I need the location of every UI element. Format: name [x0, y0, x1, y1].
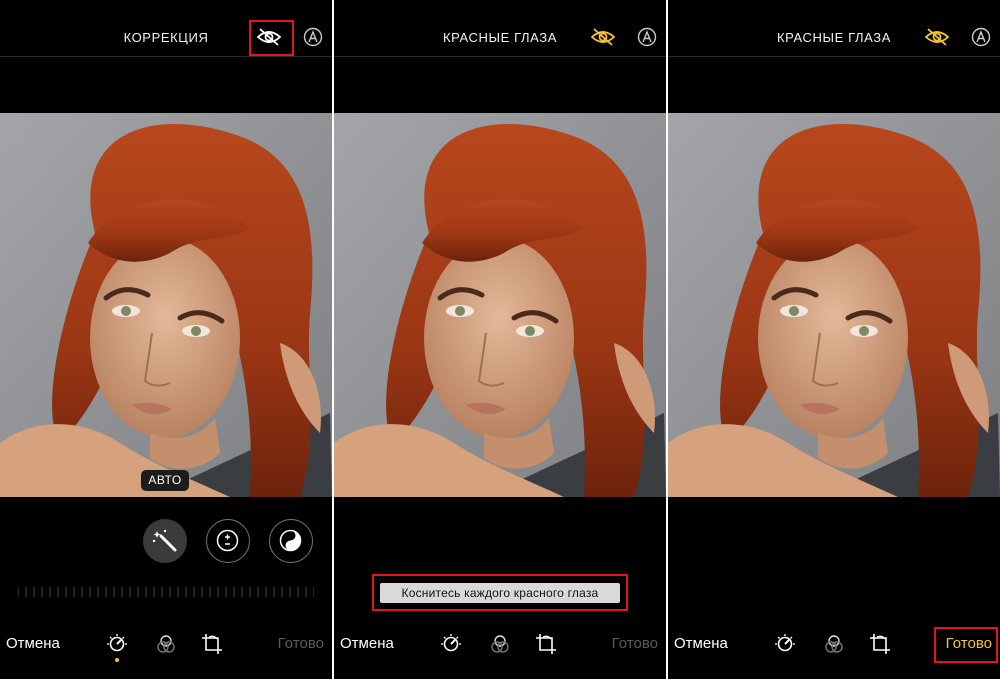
adjust-slider[interactable] [18, 587, 314, 597]
magic-wand-icon [152, 529, 177, 552]
header-divider [334, 56, 666, 57]
header-divider [0, 56, 332, 57]
highlight-box [249, 20, 294, 56]
auto-enhance-icon[interactable] [634, 27, 660, 47]
done-button[interactable]: Готово [278, 635, 324, 652]
header-divider [668, 56, 1000, 57]
adjust-dial-icon[interactable] [105, 632, 129, 656]
auto-enhance-icon[interactable] [300, 27, 326, 47]
exposure-button[interactable] [206, 519, 250, 563]
auto-label: АВТО [141, 470, 189, 491]
cancel-button[interactable]: Отмена [6, 635, 60, 652]
done-button[interactable]: Готово [946, 635, 992, 652]
filters-icon[interactable] [822, 632, 846, 656]
red-eye-tool-icon[interactable] [924, 27, 950, 47]
panel-red-eye: КРАСНЫЕ ГЛАЗА Коснитесь каждого красного… [334, 0, 666, 679]
filters-icon[interactable] [488, 632, 512, 656]
adjust-dial-icon[interactable] [773, 632, 797, 656]
auto-enhance-icon[interactable] [968, 27, 994, 47]
screenshot-strip: КОРРЕКЦИЯ АВТО Отмена Готово КРАСНЫЕ ГЛА… [0, 0, 1000, 679]
crop-rotate-icon[interactable] [534, 632, 558, 656]
photo-preview[interactable] [0, 113, 332, 497]
filters-icon[interactable] [154, 632, 178, 656]
crop-rotate-icon[interactable] [868, 632, 892, 656]
header-title: КРАСНЫЕ ГЛАЗА [776, 30, 891, 45]
hint-tooltip: Коснитесь каждого красного глаза [380, 583, 620, 603]
color-filter-button[interactable] [269, 519, 313, 563]
cancel-button[interactable]: Отмена [340, 635, 394, 652]
exposure-icon [216, 529, 239, 552]
crop-rotate-icon[interactable] [200, 632, 224, 656]
panel-red-eye-done: КРАСНЫЕ ГЛАЗА Отмена Готово [668, 0, 1000, 679]
header-title: КРАСНЫЕ ГЛАЗА [442, 30, 557, 45]
photo-preview[interactable] [334, 113, 666, 497]
cancel-button[interactable]: Отмена [674, 635, 728, 652]
color-filter-icon [279, 529, 302, 552]
active-tab-dot [115, 658, 119, 662]
adjust-dial-icon[interactable] [439, 632, 463, 656]
done-button[interactable]: Готово [612, 635, 658, 652]
magic-wand-button[interactable] [143, 519, 187, 563]
red-eye-tool-icon[interactable] [590, 27, 616, 47]
panel-correction: КОРРЕКЦИЯ АВТО Отмена Готово [0, 0, 332, 679]
photo-preview[interactable] [668, 113, 1000, 497]
